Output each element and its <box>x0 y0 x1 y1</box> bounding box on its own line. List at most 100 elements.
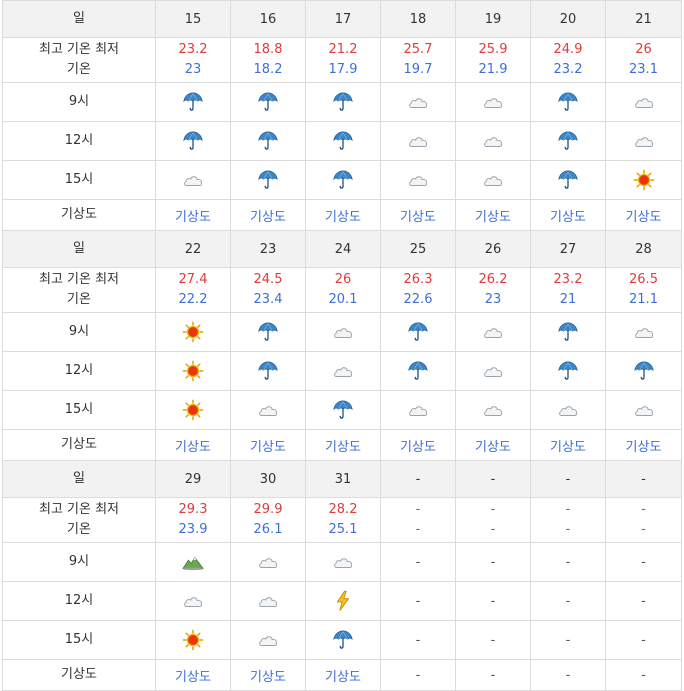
weather-map-link[interactable]: 기상도 <box>626 440 662 455</box>
weather-cell-h15 <box>455 390 531 430</box>
weather-map-link[interactable]: 기상도 <box>626 210 662 225</box>
weather-map-link[interactable]: 기상도 <box>250 210 286 225</box>
cloud-icon <box>257 399 279 421</box>
low-temperature: 18.2 <box>253 62 283 77</box>
day-number: 28 <box>605 230 682 268</box>
temperature-cell: 23.2 21 <box>530 267 606 313</box>
weather-cell-h15 <box>530 390 606 430</box>
umbrella-icon <box>332 169 354 191</box>
weather-map-label: 기상도 <box>2 199 156 231</box>
temp-label-line2: 기온 <box>67 62 91 77</box>
weather-map-link[interactable]: 기상도 <box>175 210 211 225</box>
lightning-icon <box>332 590 354 612</box>
weather-map-link[interactable]: 기상도 <box>550 440 586 455</box>
cloud-icon <box>407 91 429 113</box>
weather-map-cell: - <box>380 659 456 691</box>
low-temperature: 17.9 <box>328 62 358 77</box>
low-temperature: 21.1 <box>629 292 658 307</box>
hourly-row-h12: 12시 <box>2 351 682 391</box>
weather-calendar: 일 15 16 17 18 19 20 21 최고 기온 최저 기온 23.2 23 18.8 18.2 2… <box>0 0 684 691</box>
weather-map-cell: 기상도 <box>455 429 531 461</box>
high-temperature: 29.3 <box>178 502 208 517</box>
temperature-cell: 27.4 22.2 <box>155 267 231 313</box>
time-15-label: 15시 <box>2 390 156 430</box>
weather-map-cell: - <box>530 659 606 691</box>
cloud-icon <box>182 590 204 612</box>
high-temperature: 26.2 <box>478 272 508 287</box>
weather-map-cell: 기상도 <box>155 659 231 691</box>
cloud-icon <box>332 360 354 382</box>
empty-value: - <box>565 667 571 683</box>
weather-map-link[interactable]: 기상도 <box>400 210 436 225</box>
cloud-icon <box>633 130 655 152</box>
sun-icon <box>182 360 204 382</box>
temp-label-line1: 최고 기온 최저 <box>38 42 120 57</box>
high-temperature: 21.2 <box>328 42 358 57</box>
weather-cell-h15: - <box>605 620 682 660</box>
umbrella-icon <box>332 130 354 152</box>
low-temperature: 21 <box>559 292 577 307</box>
high-temperature: 26 <box>334 272 352 287</box>
weather-cell-h15 <box>605 160 682 200</box>
weather-map-link[interactable]: 기상도 <box>325 670 361 685</box>
weather-cell-h9 <box>305 312 381 352</box>
temp-label-line1: 최고 기온 최저 <box>38 502 120 517</box>
cloud-icon <box>482 169 504 191</box>
weather-map-link[interactable]: 기상도 <box>400 440 436 455</box>
weather-cell-h15 <box>155 160 231 200</box>
weather-cell-h9 <box>305 82 381 122</box>
weather-cell-h15: - <box>380 620 456 660</box>
empty-value: - <box>415 632 421 648</box>
weather-map-link[interactable]: 기상도 <box>475 210 511 225</box>
day-number: - <box>530 460 606 498</box>
weather-map-link[interactable]: 기상도 <box>325 440 361 455</box>
umbrella-icon <box>633 360 655 382</box>
weather-cell-h12 <box>230 121 306 161</box>
cloud-icon <box>407 130 429 152</box>
weather-map-link[interactable]: 기상도 <box>250 670 286 685</box>
weather-cell-h9 <box>455 312 531 352</box>
weather-map-cell: 기상도 <box>155 429 231 461</box>
weather-cell-h9 <box>455 82 531 122</box>
weather-map-link[interactable]: 기상도 <box>325 210 361 225</box>
cloud-icon <box>482 130 504 152</box>
high-temperature: 26 <box>635 42 652 57</box>
hourly-row-h9: 9시 <box>2 82 682 122</box>
low-temperature: 22.2 <box>178 292 208 307</box>
weather-cell-h12 <box>155 351 231 391</box>
sun-icon <box>182 399 204 421</box>
weather-map-link[interactable]: 기상도 <box>550 210 586 225</box>
day-number: 23 <box>230 230 306 268</box>
day-label: 일 <box>2 230 156 268</box>
umbrella-icon <box>182 91 204 113</box>
empty-value: - <box>641 554 646 570</box>
weather-cell-h12 <box>230 581 306 621</box>
cloud-icon <box>257 590 279 612</box>
weather-cell-h9: - <box>605 542 682 582</box>
temperature-cell: -- <box>530 497 606 543</box>
cloud-icon <box>633 321 655 343</box>
weather-map-cell: 기상도 <box>380 199 456 231</box>
temperature-cell: 29.9 26.1 <box>230 497 306 543</box>
temperature-row: 최고 기온 최저 기온 23.2 23 18.8 18.2 21.2 17.9 25.7 19.7… <box>2 37 682 83</box>
weather-map-link[interactable]: 기상도 <box>175 670 211 685</box>
weather-cell-h15 <box>155 620 231 660</box>
weather-cell-h12 <box>305 581 381 621</box>
weather-cell-h9 <box>155 312 231 352</box>
temperature-label: 최고 기온 최저기온 <box>2 37 156 83</box>
empty-value: - <box>641 667 646 683</box>
cloud-icon <box>633 399 655 421</box>
weather-cell-h9 <box>155 82 231 122</box>
temperature-cell: -- <box>455 497 531 543</box>
cloud-icon <box>482 321 504 343</box>
temperature-cell: 23.2 23 <box>155 37 231 83</box>
weather-map-link[interactable]: 기상도 <box>250 440 286 455</box>
high-temperature: 24.5 <box>253 272 283 287</box>
temperature-cell: 24.9 23.2 <box>530 37 606 83</box>
day-number: 19 <box>455 0 531 38</box>
weather-map-link[interactable]: 기상도 <box>175 440 211 455</box>
weather-cell-h12 <box>305 121 381 161</box>
high-temperature: 25.9 <box>478 42 508 57</box>
weather-map-cell: 기상도 <box>455 199 531 231</box>
weather-map-link[interactable]: 기상도 <box>475 440 511 455</box>
